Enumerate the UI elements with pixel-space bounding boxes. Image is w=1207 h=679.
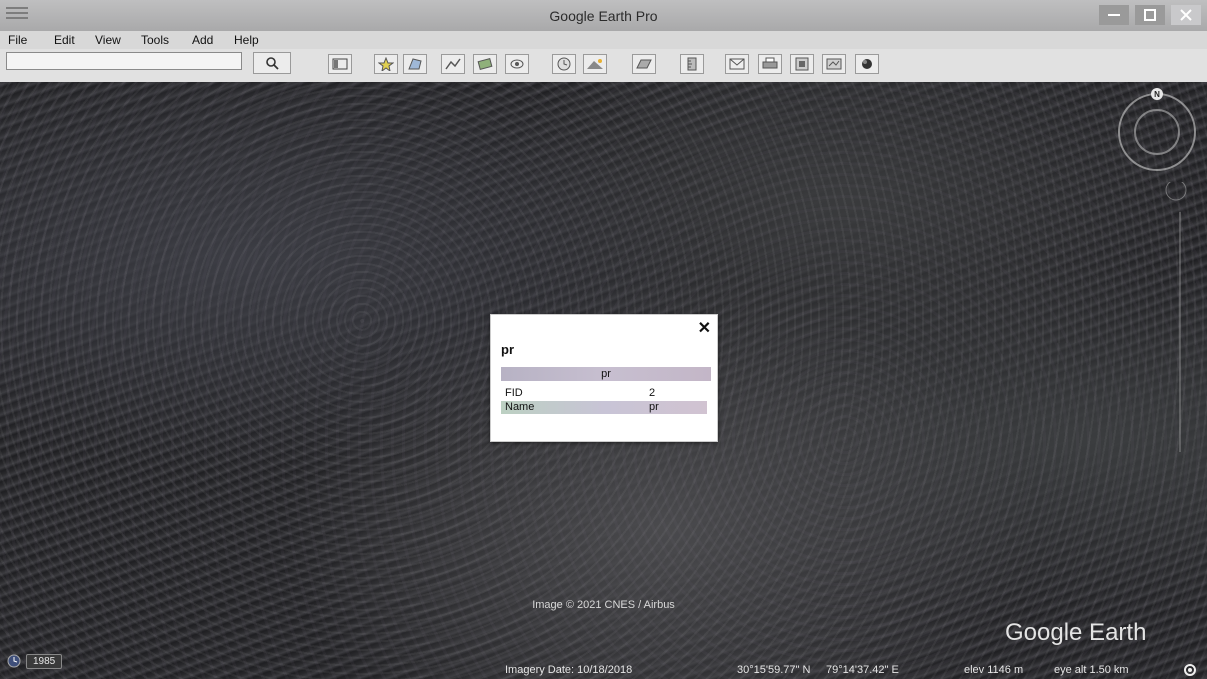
balloon-header: pr bbox=[501, 367, 711, 381]
eye-altitude-readout: eye alt 1.50 km bbox=[1054, 664, 1129, 676]
menu-add[interactable]: Add bbox=[192, 33, 213, 47]
menu-file[interactable]: File bbox=[8, 33, 27, 47]
polygon-button[interactable] bbox=[403, 54, 427, 74]
minimize-icon bbox=[1108, 13, 1120, 16]
google-button[interactable] bbox=[855, 54, 879, 74]
window-title: Google Earth Pro bbox=[549, 8, 658, 24]
historical-imagery-icon bbox=[557, 57, 571, 71]
tour-icon bbox=[510, 59, 524, 69]
print-icon bbox=[762, 57, 778, 69]
attribute-key: FID bbox=[505, 387, 523, 399]
close-window-button[interactable] bbox=[1171, 5, 1201, 25]
attribute-row: Name pr bbox=[501, 401, 707, 414]
close-icon bbox=[1180, 9, 1192, 21]
print-button[interactable] bbox=[758, 54, 782, 74]
search-icon bbox=[266, 57, 279, 70]
title-bar: Google Earth Pro bbox=[0, 0, 1207, 31]
save-image-button[interactable] bbox=[790, 54, 814, 74]
sunlight-icon bbox=[587, 59, 603, 69]
menu-edit[interactable]: Edit bbox=[54, 33, 75, 47]
path-button[interactable] bbox=[441, 54, 465, 74]
attribute-value: pr bbox=[649, 401, 659, 413]
menu-help[interactable]: Help bbox=[234, 33, 259, 47]
maximize-button[interactable] bbox=[1135, 5, 1165, 25]
ruler-icon bbox=[687, 57, 697, 71]
email-icon bbox=[729, 58, 745, 70]
attribute-key: Name bbox=[505, 401, 535, 413]
placemark-button[interactable] bbox=[374, 54, 398, 74]
latitude-readout: 30°15'59.77" N bbox=[737, 664, 811, 676]
polygon-icon bbox=[408, 58, 422, 70]
search-button[interactable] bbox=[253, 52, 291, 74]
menu-view[interactable]: View bbox=[95, 33, 121, 47]
sidebar-icon bbox=[332, 58, 348, 70]
attribute-value: 2 bbox=[649, 387, 656, 399]
menu-bar: File Edit View Tools Add Help bbox=[0, 31, 1207, 49]
zoom-slider[interactable] bbox=[1150, 182, 1190, 482]
ruler-button[interactable] bbox=[680, 54, 704, 74]
navigation-compass[interactable]: N bbox=[1113, 86, 1201, 174]
image-overlay-button[interactable] bbox=[473, 54, 497, 74]
record-tour-button[interactable] bbox=[505, 54, 529, 74]
path-icon bbox=[445, 58, 461, 70]
balloon-title: pr bbox=[501, 342, 514, 357]
streaming-indicator-icon bbox=[1184, 664, 1196, 676]
imagery-copyright: Image © 2021 CNES / Airbus bbox=[532, 599, 675, 611]
google-earth-logo: Google Earth bbox=[1005, 619, 1147, 646]
minimize-button[interactable] bbox=[1099, 5, 1129, 25]
elevation-readout: elev 1146 m bbox=[964, 664, 1024, 676]
sunlight-button[interactable] bbox=[583, 54, 607, 74]
view-in-maps-button[interactable] bbox=[822, 54, 846, 74]
attribute-row: FID 2 bbox=[501, 387, 707, 400]
google-icon bbox=[862, 59, 872, 69]
status-bar: Imagery Date: 10/18/2018 30°15'59.77" N … bbox=[0, 662, 1207, 679]
toolbar bbox=[0, 49, 1207, 83]
email-button[interactable] bbox=[725, 54, 749, 74]
planets-button[interactable] bbox=[632, 54, 656, 74]
planets-icon bbox=[636, 59, 652, 69]
overlay-icon bbox=[477, 57, 493, 71]
placemark-icon bbox=[378, 57, 394, 71]
longitude-readout: 79°14'37.42" E bbox=[826, 664, 899, 676]
historical-imagery-button[interactable] bbox=[552, 54, 576, 74]
feature-info-balloon: ✕ pr pr FID 2 Name pr bbox=[490, 314, 718, 442]
maps-icon bbox=[826, 58, 842, 70]
menu-tools[interactable]: Tools bbox=[141, 33, 169, 47]
save-image-icon bbox=[795, 57, 809, 71]
imagery-date: Imagery Date: 10/18/2018 bbox=[505, 664, 633, 676]
search-input[interactable] bbox=[6, 52, 242, 70]
sidebar-button[interactable] bbox=[328, 54, 352, 74]
svg-text:N: N bbox=[1154, 90, 1160, 99]
map-view[interactable]: N ✕ pr pr FID 2 Name pr Image © 2021 CNE… bbox=[0, 82, 1207, 679]
restore-icon bbox=[1144, 9, 1156, 21]
close-icon[interactable]: ✕ bbox=[698, 318, 711, 338]
